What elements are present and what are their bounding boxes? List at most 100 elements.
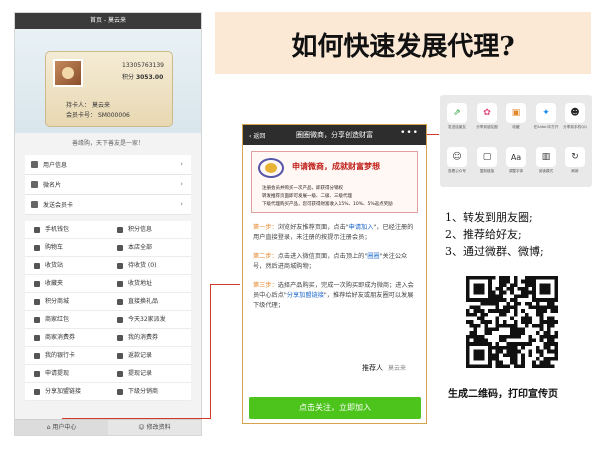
record-icon bbox=[117, 353, 123, 359]
card-phone: 13305763139 bbox=[122, 62, 164, 69]
wallet-icon bbox=[34, 227, 40, 233]
calendar-icon bbox=[117, 317, 123, 323]
grid-item[interactable]: 积分商城 bbox=[25, 293, 108, 311]
distributor-icon bbox=[117, 389, 123, 395]
share-menu: ⇗ 发送给朋友 ✿ 分享到朋友圈 ▣ 收藏 ✦ 在Safari中打开 ☻ 分享到手机QQ … bbox=[440, 95, 592, 187]
grid-item[interactable]: 手机钱包 bbox=[25, 221, 108, 239]
tab-user-center[interactable]: ⌂ 用户中心 bbox=[15, 420, 108, 435]
step-one: 第一步：浏览好友推荐页面，点击"申请加入"，已经注册的用户直接登录，未注册的按提… bbox=[253, 224, 414, 241]
grid-item[interactable]: 收藏夹 bbox=[25, 275, 108, 293]
function-grid: 手机钱包 积分信息 购物车 本店全部 收货站 待收货 (0) 收藏夹 收货地址 … bbox=[25, 221, 191, 401]
list-item-user-info[interactable]: 用户信息 › bbox=[25, 155, 191, 175]
read-mode[interactable]: ▥ 阅读模式 bbox=[532, 147, 560, 174]
nav-title: 圈圈微商，分享创造财富 bbox=[296, 131, 373, 139]
delivery-icon bbox=[117, 263, 123, 269]
share-to-friend[interactable]: ⇗ 发送给朋友 bbox=[443, 103, 471, 130]
share-link[interactable]: 分享加盟链接 bbox=[287, 292, 324, 299]
connector-line bbox=[210, 284, 211, 419]
qq-icon: ☻ bbox=[565, 103, 585, 123]
join-link[interactable]: 申请加入 bbox=[349, 224, 374, 231]
grid-item[interactable]: 今天32家派发 bbox=[108, 311, 191, 329]
banner-title: 如何快速发展代理? bbox=[291, 32, 515, 62]
favorite-icon: ▣ bbox=[506, 103, 526, 123]
record-icon bbox=[117, 371, 123, 377]
list-item-send-card[interactable]: 发送会员卡 › bbox=[25, 195, 191, 215]
member-center-screen: 首页 - 莫云来 13305763139 积分 3053.00 持卡人： 莫云来… bbox=[14, 12, 202, 436]
grid-item[interactable]: 申请提现 bbox=[25, 365, 108, 383]
grid-item[interactable]: 提现记录 bbox=[108, 365, 191, 383]
holder-label: 持卡人： bbox=[66, 102, 91, 109]
address-icon bbox=[117, 281, 123, 287]
points-label: 积分 bbox=[122, 74, 135, 81]
promo-line: 注册会员并购买一次产品，即获得分销权 bbox=[262, 186, 343, 191]
chevron-right-icon: › bbox=[180, 160, 183, 168]
favorite[interactable]: ▣ 收藏 bbox=[502, 103, 530, 130]
grid-item[interactable]: 购物车 bbox=[25, 239, 108, 257]
send-icon bbox=[31, 201, 38, 208]
list-item-business-card[interactable]: 微名片 › bbox=[25, 175, 191, 195]
chevron-right-icon: › bbox=[180, 180, 183, 188]
chevron-right-icon: › bbox=[180, 200, 183, 208]
list-item-label: 发送会员卡 bbox=[43, 202, 74, 209]
grid-item[interactable]: 本店全部 bbox=[108, 239, 191, 257]
member-no-label: 会员卡号： bbox=[66, 112, 97, 119]
favorites-icon bbox=[34, 281, 40, 287]
more-icon[interactable]: ••• bbox=[400, 128, 419, 138]
grid-item[interactable]: 我的消费券 bbox=[108, 329, 191, 347]
moments-icon: ✿ bbox=[477, 103, 497, 123]
title-banner: 如何快速发展代理? bbox=[215, 12, 591, 74]
brand-logo bbox=[258, 158, 284, 178]
recommend-page-screen: ‹ 返回 圈圈微商，分享创造财富 ••• 申请微商，成就财富梦想 注册会员并购买… bbox=[242, 124, 427, 424]
grid-item[interactable]: 积分信息 bbox=[108, 221, 191, 239]
tip-item: 2、推荐给好友; bbox=[445, 228, 522, 241]
grid-item[interactable]: 商家红包 bbox=[25, 311, 108, 329]
share-icon: ⇗ bbox=[447, 103, 467, 123]
account-link[interactable]: 圈圈 bbox=[367, 253, 379, 260]
step-two: 第二步：点击进入微信页面，点击顶上的"圈圈"关注公众号，然后进商城购物； bbox=[253, 253, 408, 270]
tip-item: 1、转发到朋友圈; bbox=[445, 211, 533, 224]
store-icon bbox=[117, 245, 123, 251]
red-packet-icon bbox=[34, 317, 40, 323]
view-account[interactable]: ☺ 查看公众号 bbox=[443, 147, 471, 174]
referrer-name: 莫云来 bbox=[387, 365, 406, 372]
gift-icon bbox=[117, 299, 123, 305]
tagline: 善缘购，天下善友是一家！ bbox=[71, 140, 144, 147]
bottom-tab-bar: ⌂ 用户中心 ☺ 修改资料 bbox=[15, 419, 201, 435]
promo-line: 下级代理购买产品，您可获得财富收入15%、10%、5%返点奖励 bbox=[262, 202, 393, 207]
grid-item[interactable]: 返款记录 bbox=[108, 347, 191, 365]
copy-link-icon: ▢ bbox=[477, 147, 497, 167]
step-three: 第三步：选择产品购买，完成一次购买即成为微商；进入会员中心后点"分享加盟链接"，… bbox=[253, 282, 414, 309]
grid-item[interactable]: 商家消费券 bbox=[25, 329, 108, 347]
profile-header: 13305763139 积分 3053.00 持卡人： 莫云来 会员卡号： SM… bbox=[15, 29, 201, 133]
card-points: 积分 3053.00 bbox=[122, 72, 163, 81]
follow-button[interactable]: 点击关注，立即加入 bbox=[249, 397, 421, 419]
refresh[interactable]: ↻ 刷新 bbox=[561, 147, 589, 174]
grid-item[interactable]: 收货地址 bbox=[108, 275, 191, 293]
tab-edit-profile[interactable]: ☺ 修改资料 bbox=[108, 420, 201, 435]
grid-item-share-link[interactable]: 分享加盟链接 bbox=[25, 383, 108, 401]
points-icon bbox=[117, 227, 123, 233]
copy-link[interactable]: ▢ 复制链接 bbox=[473, 147, 501, 174]
grid-item[interactable]: 待收货 (0) bbox=[108, 257, 191, 275]
adjust-font[interactable]: Aa 调整字体 bbox=[502, 147, 530, 174]
open-in-safari[interactable]: ✦ 在Safari中打开 bbox=[532, 103, 560, 130]
grid-item[interactable]: 下级分销商 bbox=[108, 383, 191, 401]
promo-banner: 申请微商，成就财富梦想 注册会员并购买一次产品，即获得分销权 转发推荐页面即可发… bbox=[251, 151, 418, 213]
bank-card-icon bbox=[34, 353, 40, 359]
share-icon bbox=[34, 389, 40, 395]
connector-line bbox=[62, 418, 210, 419]
grid-item[interactable]: 直接换礼品 bbox=[108, 293, 191, 311]
cart-icon bbox=[34, 245, 40, 251]
user-icon bbox=[31, 161, 38, 168]
member-card[interactable]: 13305763139 积分 3053.00 持卡人： 莫云来 会员卡号： SM… bbox=[45, 51, 173, 127]
refresh-icon: ↻ bbox=[565, 147, 585, 167]
grid-item[interactable]: 我的银行卡 bbox=[25, 347, 108, 365]
promo-line: 转发推荐页面即可发展一级、二级、三级代理 bbox=[262, 194, 352, 199]
share-to-qq[interactable]: ☻ 分享到手机QQ bbox=[561, 103, 589, 130]
referrer: 推荐人 莫云来 bbox=[361, 364, 406, 372]
share-to-moments[interactable]: ✿ 分享到朋友圈 bbox=[473, 103, 501, 130]
holder-name: 莫云来 bbox=[91, 102, 110, 109]
card-icon bbox=[31, 181, 38, 188]
grid-item[interactable]: 收货站 bbox=[25, 257, 108, 275]
account-icon: ☺ bbox=[447, 147, 467, 167]
